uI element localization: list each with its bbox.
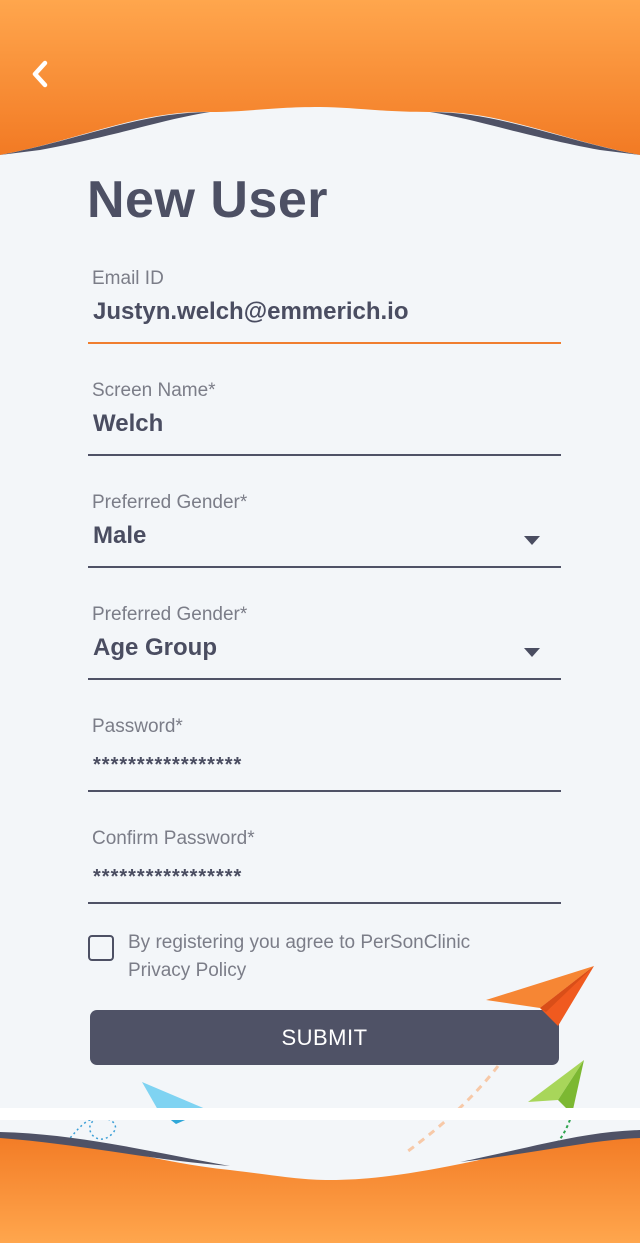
age-group-label: Preferred Gender*: [92, 604, 248, 625]
caret-down-icon[interactable]: [524, 648, 540, 657]
privacy-policy-link[interactable]: Privacy Policy: [128, 957, 508, 985]
orange-paper-plane-icon: [486, 966, 594, 1026]
gender-value[interactable]: Male: [93, 522, 146, 550]
age-group-value[interactable]: Age Group: [93, 634, 217, 662]
page-title: New User: [87, 171, 328, 229]
gender-underline: [88, 566, 561, 568]
confirm-password-value[interactable]: *****************: [93, 866, 242, 889]
confirm-password-field[interactable]: Confirm Password* *****************: [88, 828, 561, 916]
footer-wave-shape: [0, 1108, 640, 1243]
password-field[interactable]: Password* *****************: [88, 716, 561, 804]
caret-down-icon[interactable]: [524, 536, 540, 545]
screen-name-underline: [88, 454, 561, 456]
confirm-password-underline: [88, 902, 561, 904]
password-value[interactable]: *****************: [93, 754, 242, 777]
back-button[interactable]: [22, 56, 58, 92]
email-underline: [88, 342, 561, 344]
privacy-agreement-text: By registering you agree to PerSonClinic…: [128, 929, 508, 985]
screen-name-value[interactable]: Welch: [93, 410, 163, 438]
password-underline: [88, 790, 561, 792]
screen-name-label: Screen Name*: [92, 380, 216, 401]
chevron-left-icon: [32, 60, 48, 88]
confirm-password-label: Confirm Password*: [92, 828, 255, 849]
gender-label: Preferred Gender*: [92, 492, 248, 513]
email-field[interactable]: Email ID Justyn.welch@emmerich.io: [88, 268, 561, 356]
gender-select[interactable]: Preferred Gender* Male: [88, 492, 561, 580]
password-label: Password*: [92, 716, 183, 737]
email-label: Email ID: [92, 268, 164, 289]
header-wave-background: [0, 0, 640, 155]
privacy-checkbox[interactable]: [88, 935, 114, 961]
email-value[interactable]: Justyn.welch@emmerich.io: [93, 298, 409, 326]
age-group-underline: [88, 678, 561, 680]
agreement-line-1: By registering you agree to PerSonClinic: [128, 932, 471, 953]
screen-name-field[interactable]: Screen Name* Welch: [88, 380, 561, 468]
age-group-select[interactable]: Preferred Gender* Age Group: [88, 604, 561, 692]
